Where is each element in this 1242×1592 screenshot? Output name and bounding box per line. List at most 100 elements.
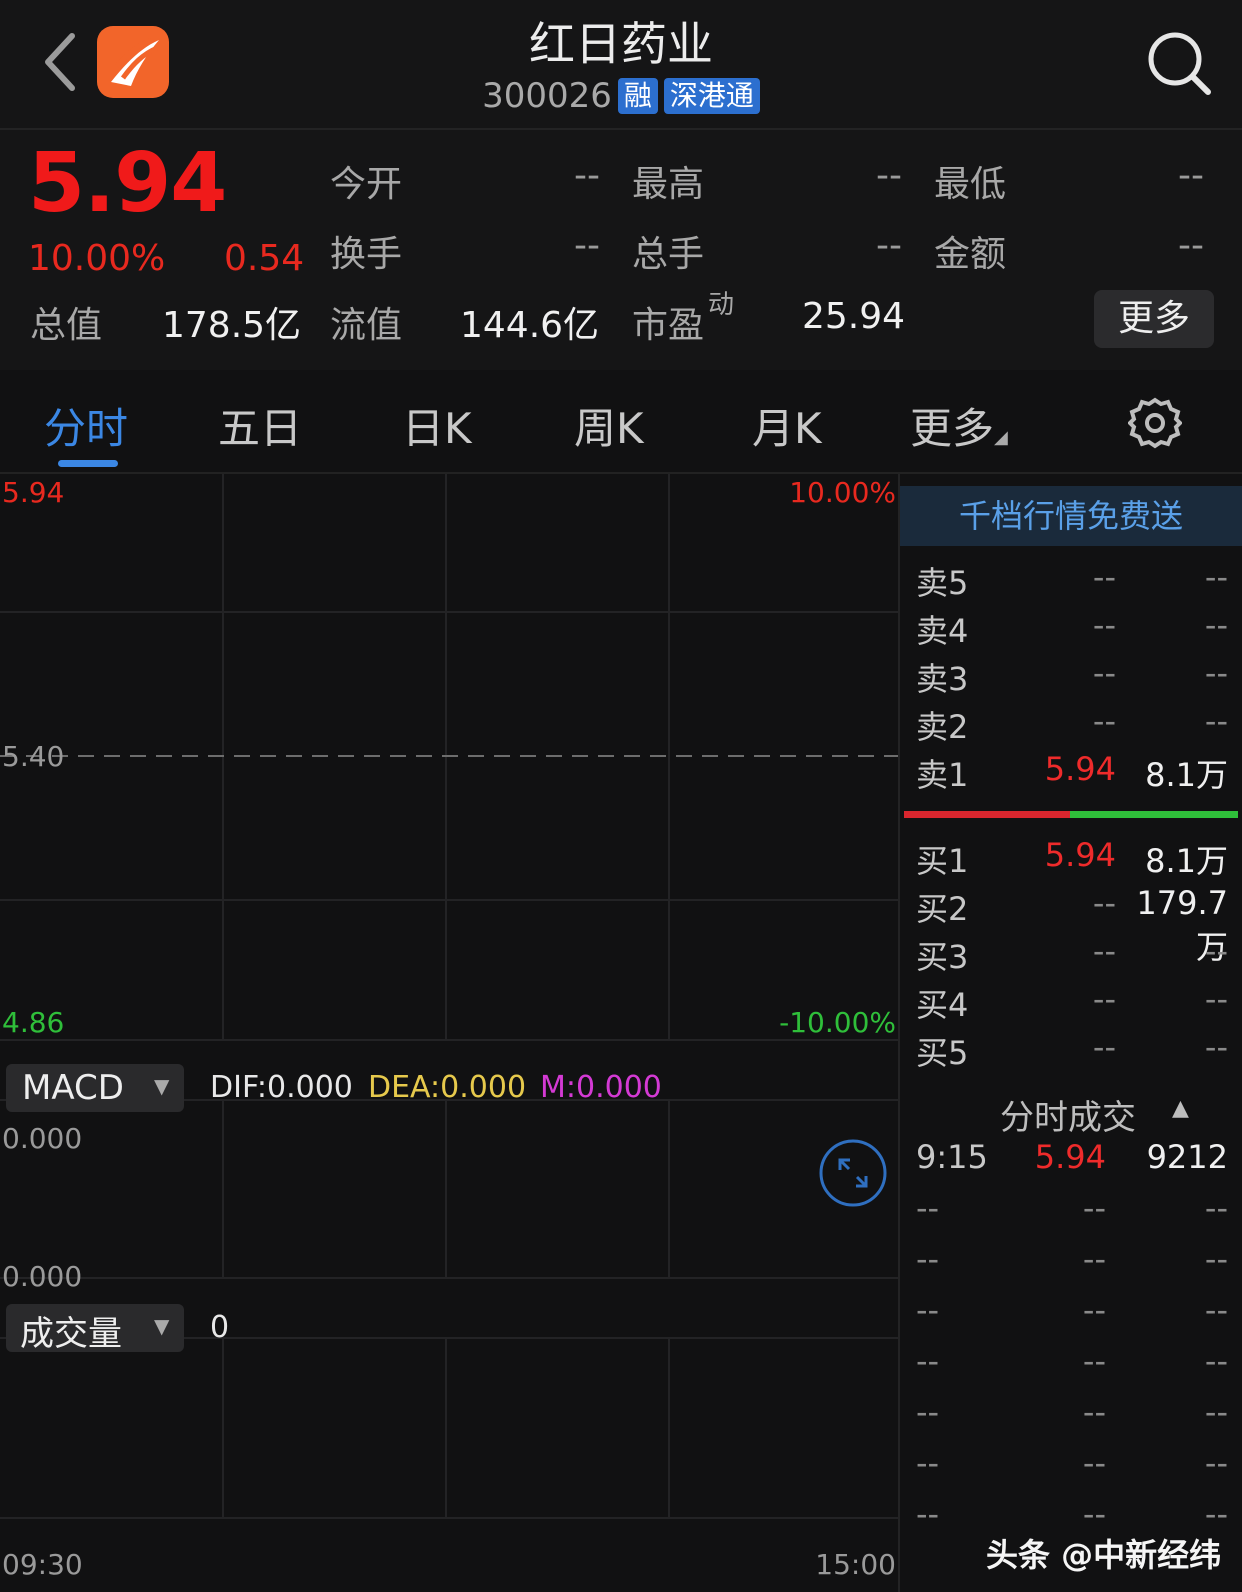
- order-level-label: 卖4: [916, 612, 969, 650]
- level2-promo-banner[interactable]: 千档行情免费送: [900, 486, 1242, 546]
- order-volume: --: [1204, 654, 1228, 692]
- order-volume: --: [1204, 980, 1228, 1018]
- order-price: --: [1092, 884, 1116, 922]
- order-volume: --: [1204, 1028, 1228, 1066]
- tick-price: --: [1082, 1393, 1106, 1431]
- order-level-label: 卖1: [916, 756, 969, 794]
- tag-connect: 深港通: [663, 78, 760, 114]
- macd-selector[interactable]: MACD ▼: [6, 1064, 184, 1112]
- order-level-label: 买4: [916, 986, 969, 1024]
- macd-dea: DEA:0.000: [368, 1070, 527, 1105]
- more-quote-button[interactable]: 更多: [1094, 290, 1214, 348]
- order-price: --: [1092, 654, 1116, 692]
- pe-value: 25.94: [802, 296, 906, 337]
- order-price: --: [1092, 558, 1116, 596]
- tab-active-indicator: [58, 460, 118, 467]
- tick-volume: --: [1204, 1342, 1228, 1380]
- tick-time: --: [916, 1495, 940, 1533]
- amount-value: --: [1178, 225, 1204, 266]
- order-price: --: [1092, 980, 1116, 1018]
- order-level-label: 买2: [916, 890, 969, 928]
- ask-ratio-segment: [904, 811, 1070, 818]
- order-volume: --: [1204, 606, 1228, 644]
- volume-value: 0: [210, 1310, 230, 1345]
- order-level-label: 买1: [916, 842, 969, 880]
- high-label: 最高: [632, 164, 705, 205]
- tab-monthly-k[interactable]: 月K: [752, 395, 822, 456]
- order-volume: --: [1204, 558, 1228, 596]
- low-value: --: [1178, 155, 1204, 196]
- tab-more[interactable]: 更多◢: [910, 395, 1008, 456]
- tick-price: 5.94: [1034, 1138, 1106, 1176]
- high-value: --: [876, 155, 902, 196]
- axis-price-mid: 5.40: [2, 740, 65, 773]
- expand-icon[interactable]: [818, 1138, 888, 1208]
- tick-volume: --: [1204, 1189, 1228, 1227]
- time-end: 15:00: [815, 1548, 896, 1581]
- macd-m: M:0.000: [540, 1070, 662, 1105]
- axis-price-top: 5.94: [2, 476, 65, 509]
- tag-margin: 融: [617, 78, 658, 114]
- tick-time: --: [916, 1342, 940, 1380]
- watermark: 头条 @中新经纬: [986, 1536, 1222, 1574]
- volume-selector[interactable]: 成交量 ▼: [6, 1304, 184, 1354]
- gear-icon[interactable]: [1128, 396, 1182, 450]
- market-cap-value: 178.5亿: [162, 305, 302, 346]
- float-cap-value: 144.6亿: [460, 305, 600, 346]
- stock-code: 300026: [482, 76, 612, 116]
- time-start: 09:30: [2, 1548, 83, 1581]
- stock-code-row: 300026 融深港通: [0, 76, 1242, 116]
- caret-up-icon[interactable]: ▲: [1172, 1096, 1189, 1121]
- low-label: 最低: [934, 164, 1007, 205]
- tick-time: --: [916, 1240, 940, 1278]
- open-label: 今开: [330, 164, 403, 205]
- volume-label: 成交量: [20, 1314, 122, 1354]
- order-price: --: [1092, 932, 1116, 970]
- macd-axis-bottom: 0.000: [2, 1260, 83, 1293]
- ticks-title: 分时成交: [1000, 1098, 1136, 1138]
- tick-price: --: [1082, 1444, 1106, 1482]
- order-price: --: [1092, 1028, 1116, 1066]
- float-cap-label: 流值: [330, 305, 403, 346]
- tick-price: --: [1082, 1189, 1106, 1227]
- order-price: 5.94: [1044, 750, 1116, 788]
- order-volume: 8.1万: [1145, 842, 1228, 880]
- order-price: --: [1092, 606, 1116, 644]
- dropdown-icon: ▼: [154, 1314, 170, 1338]
- macd-label: MACD: [22, 1068, 124, 1108]
- tab-intraday[interactable]: 分时: [44, 395, 128, 456]
- macd-dif: DIF:0.000: [210, 1070, 353, 1105]
- tick-time: --: [916, 1189, 940, 1227]
- last-price: 5.94: [28, 136, 227, 231]
- volume-value: --: [876, 225, 902, 266]
- axis-pct-top: 10.00%: [789, 476, 896, 509]
- order-level-label: 卖2: [916, 708, 969, 746]
- change-amount: 0.54: [224, 238, 305, 279]
- order-price: --: [1092, 702, 1116, 740]
- order-level-label: 买3: [916, 938, 969, 976]
- order-volume: --: [1204, 932, 1228, 970]
- pe-label: 市盈: [632, 305, 705, 346]
- amount-label: 金额: [934, 234, 1007, 275]
- axis-pct-bottom: -10.00%: [779, 1006, 896, 1039]
- tab-weekly-k[interactable]: 周K: [574, 395, 644, 456]
- tick-volume: --: [1204, 1495, 1228, 1533]
- tick-time: --: [916, 1444, 940, 1482]
- turnover-value: --: [574, 225, 600, 266]
- tick-volume: --: [1204, 1393, 1228, 1431]
- order-price: 5.94: [1044, 836, 1116, 874]
- turnover-label: 换手: [330, 234, 403, 275]
- tick-volume: --: [1204, 1444, 1228, 1482]
- order-volume: 8.1万: [1145, 756, 1228, 794]
- order-level-label: 卖3: [916, 660, 969, 698]
- tab-five-day[interactable]: 五日: [218, 395, 302, 456]
- order-level-label: 卖5: [916, 564, 969, 602]
- search-icon[interactable]: [1146, 30, 1212, 96]
- bid-ask-ratio-bar: [904, 811, 1238, 818]
- tab-daily-k[interactable]: 日K: [402, 395, 472, 456]
- tick-volume: 9212: [1146, 1138, 1228, 1176]
- tick-price: --: [1082, 1342, 1106, 1380]
- dropdown-icon: ▼: [154, 1074, 170, 1098]
- open-value: --: [574, 155, 600, 196]
- order-level-label: 买5: [916, 1034, 969, 1072]
